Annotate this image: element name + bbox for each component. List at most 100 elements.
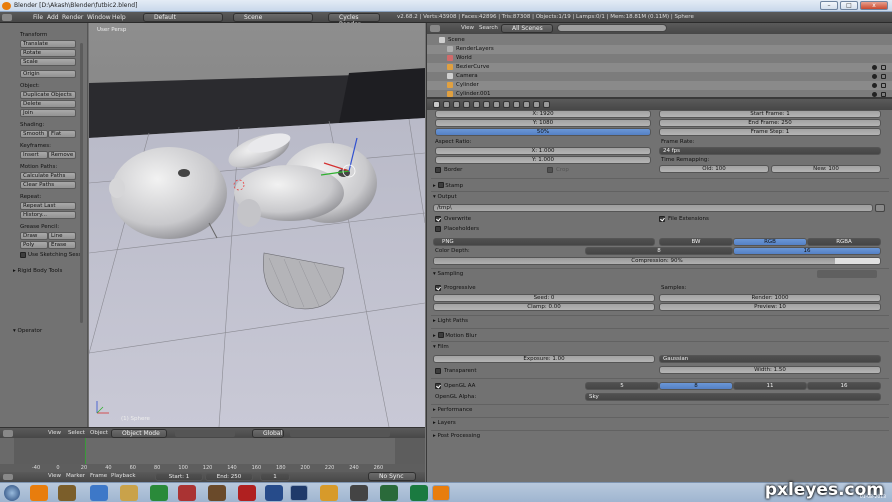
- minimize-button[interactable]: –: [820, 1, 838, 10]
- timeline-frame-menu[interactable]: Frame: [90, 473, 107, 479]
- placeholders-checkbox[interactable]: [435, 226, 441, 232]
- grease-draw-button[interactable]: Draw: [20, 232, 48, 240]
- flat-button[interactable]: Flat: [48, 130, 76, 138]
- compression-slider[interactable]: Compression: 90%: [433, 257, 881, 265]
- outliner-row[interactable]: BezierCurve: [427, 63, 892, 72]
- app6-taskbar-icon[interactable]: [380, 485, 398, 501]
- sampling-presets-dropdown[interactable]: [817, 270, 877, 278]
- remove-keyframe-button[interactable]: Remove: [48, 151, 76, 159]
- aspect-y-field[interactable]: Y: 1.000: [435, 156, 651, 164]
- render-engine-dropdown[interactable]: Cycles Render: [328, 13, 380, 28]
- film-panel-header[interactable]: ▾ Film: [433, 344, 449, 350]
- remap-old-field[interactable]: Old: 100: [659, 165, 769, 173]
- maximize-button[interactable]: □: [840, 1, 858, 10]
- app2-taskbar-icon[interactable]: [238, 485, 256, 501]
- scale-button[interactable]: Scale: [20, 58, 76, 66]
- rotate-button[interactable]: Rotate: [20, 49, 76, 57]
- start-frame-field[interactable]: Start Frame: 1: [659, 110, 881, 118]
- output-path-input[interactable]: /tmp\: [433, 204, 873, 212]
- filter-width-field[interactable]: Width: 1.50: [659, 366, 881, 374]
- 3d-viewport[interactable]: User Persp (1) Sphere: [89, 23, 425, 427]
- app3-taskbar-icon[interactable]: [265, 485, 283, 501]
- menu-file[interactable]: File: [33, 14, 43, 21]
- grease-poly-button[interactable]: Poly: [20, 241, 48, 249]
- photoshop-taskbar-icon[interactable]: [290, 485, 308, 501]
- menu-help[interactable]: Help: [112, 14, 126, 21]
- motion-blur-checkbox[interactable]: [437, 332, 444, 338]
- start-button-icon[interactable]: [4, 485, 20, 501]
- crop-checkbox[interactable]: [547, 167, 553, 173]
- rigid-body-tools-panel[interactable]: ▸ Rigid Body Tools: [13, 268, 62, 274]
- material-tab-icon[interactable]: [513, 101, 520, 108]
- end-frame-field[interactable]: End: 250: [205, 473, 253, 481]
- file-extensions-checkbox[interactable]: [659, 216, 665, 222]
- aa-8-button[interactable]: 8: [659, 382, 733, 390]
- opengl-alpha-dropdown[interactable]: Sky: [585, 393, 881, 401]
- outliner-search-menu[interactable]: Search: [479, 25, 498, 31]
- visibility-eye-icon[interactable]: [872, 83, 877, 88]
- seed-field[interactable]: Seed: 0: [433, 294, 655, 302]
- grease-erase-button[interactable]: Erase: [48, 241, 76, 249]
- progressive-checkbox[interactable]: [435, 285, 441, 291]
- color-bw-button[interactable]: BW: [659, 238, 733, 246]
- selectable-cursor-icon[interactable]: [881, 83, 886, 88]
- explorer-taskbar-icon[interactable]: [120, 485, 138, 501]
- toolshelf-scrollbar[interactable]: [80, 43, 83, 323]
- opengl-aa-checkbox[interactable]: [435, 383, 441, 389]
- sampling-panel-header[interactable]: ▾ Sampling: [433, 271, 463, 277]
- menu-window[interactable]: Window: [87, 14, 111, 21]
- color-rgb-button[interactable]: RGB: [733, 238, 807, 246]
- shading-buttons[interactable]: [175, 430, 235, 437]
- object-tab-icon[interactable]: [473, 101, 480, 108]
- border-checkbox[interactable]: [435, 167, 441, 173]
- aspect-x-field[interactable]: X: 1.000: [435, 147, 651, 155]
- smooth-button[interactable]: Smooth: [20, 130, 48, 138]
- outliner-view-menu[interactable]: View: [461, 25, 474, 31]
- app-taskbar-icon[interactable]: [208, 485, 226, 501]
- outliner[interactable]: Scene RenderLayers World BezierCurve Camera C…: [427, 34, 892, 97]
- grease-line-button[interactable]: Line: [48, 232, 76, 240]
- outliner-search-input[interactable]: [557, 24, 667, 32]
- origin-button[interactable]: Origin: [20, 70, 76, 78]
- app7-taskbar-icon[interactable]: [410, 485, 428, 501]
- stamp-panel-header[interactable]: ▸ Stamp: [433, 181, 463, 189]
- outliner-row[interactable]: World: [427, 54, 892, 63]
- calculate-paths-button[interactable]: Calculate Paths: [20, 172, 76, 180]
- transparent-checkbox[interactable]: [435, 368, 441, 374]
- end-frame-field[interactable]: End Frame: 250: [659, 119, 881, 127]
- sync-dropdown[interactable]: No Sync: [368, 472, 416, 481]
- start-frame-field[interactable]: Start: 1: [155, 473, 203, 481]
- timeline-marker-menu[interactable]: Marker: [66, 473, 85, 479]
- outliner-row[interactable]: Scene: [427, 36, 892, 45]
- post-processing-panel-header[interactable]: ▸ Post Processing: [433, 433, 480, 439]
- world-tab-icon[interactable]: [463, 101, 470, 108]
- app4-taskbar-icon[interactable]: [320, 485, 338, 501]
- outliner-row[interactable]: RenderLayers: [427, 45, 892, 54]
- sketching-session-checkbox[interactable]: [20, 252, 26, 258]
- constraints-tab-icon[interactable]: [483, 101, 490, 108]
- folder-icon[interactable]: [875, 204, 885, 212]
- selectable-cursor-icon[interactable]: [881, 74, 886, 79]
- ie-taskbar-icon[interactable]: [90, 485, 108, 501]
- editor-type-icon[interactable]: [3, 474, 13, 480]
- performance-panel-header[interactable]: ▸ Performance: [433, 407, 472, 413]
- light-paths-panel-header[interactable]: ▸ Light Paths: [433, 318, 468, 324]
- overwrite-checkbox[interactable]: [435, 216, 441, 222]
- wmp-taskbar-icon[interactable]: [178, 485, 196, 501]
- aa-5-button[interactable]: 5: [585, 382, 659, 390]
- orientation-dropdown[interactable]: Global: [252, 429, 284, 438]
- insert-keyframe-button[interactable]: Insert: [20, 151, 48, 159]
- frame-step-field[interactable]: Frame Step: 1: [659, 128, 881, 136]
- modifiers-tab-icon[interactable]: [493, 101, 500, 108]
- visibility-eye-icon[interactable]: [872, 65, 877, 70]
- app5-taskbar-icon[interactable]: [350, 485, 368, 501]
- join-button[interactable]: Join: [20, 109, 76, 117]
- render-layers-tab-icon[interactable]: [443, 101, 450, 108]
- color-rgba-button[interactable]: RGBA: [807, 238, 881, 246]
- timeline-playback-menu[interactable]: Playback: [111, 473, 136, 479]
- duplicate-objects-button[interactable]: Duplicate Objects: [20, 91, 76, 99]
- object-menu[interactable]: Object: [90, 430, 108, 436]
- select-menu[interactable]: Select: [68, 430, 85, 436]
- layers-panel-header[interactable]: ▸ Layers: [433, 420, 456, 426]
- vlc-taskbar-icon[interactable]: [58, 485, 76, 501]
